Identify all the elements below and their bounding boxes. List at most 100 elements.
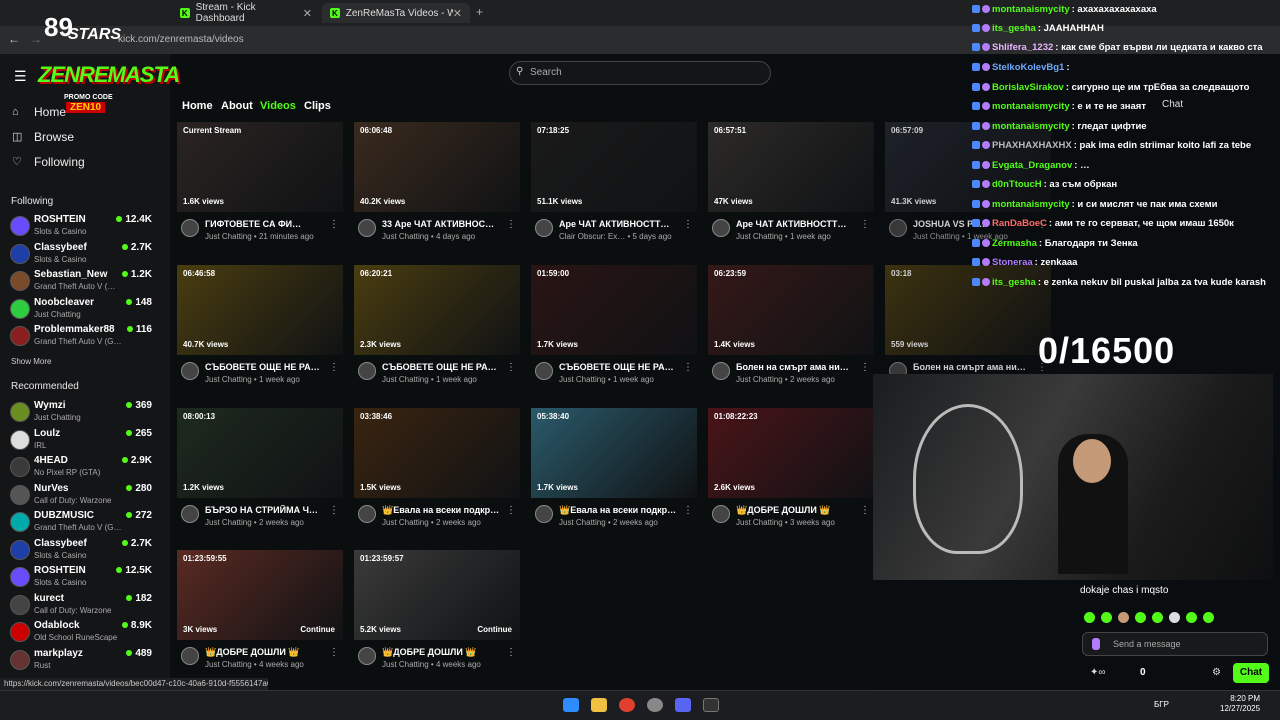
channel-avatar[interactable] <box>358 647 376 665</box>
sidebar-channel[interactable]: Odablock Old School RuneScape 8.9K <box>10 619 152 645</box>
more-options-icon[interactable]: ⋮ <box>329 219 339 230</box>
video-card[interactable]: 01:23:59:57 5.2K views Continue 👑ДОБРЕ ДОШЛ… <box>354 550 520 690</box>
video-thumbnail[interactable]: 03:38:46 1.5K views <box>354 408 520 498</box>
chat-username[interactable]: montanaismycity <box>992 121 1070 132</box>
video-title[interactable]: 👑Евала на всеки подкр… <box>382 505 502 516</box>
video-category[interactable]: Just Chatting <box>736 375 783 384</box>
sidebar-channel[interactable]: Sebastian_New Grand Theft Auto V (… 1.2K <box>10 268 152 294</box>
sidebar-channel[interactable]: Noobcleaver Just Chatting 148 <box>10 296 152 322</box>
channel-avatar[interactable] <box>358 362 376 380</box>
emote-icon[interactable] <box>1135 612 1146 623</box>
video-card[interactable]: 06:46:58 40.7K views СЪБОВЕТЕ ОЩЕ НЕ РА… Ju… <box>177 265 343 405</box>
chat-tab[interactable]: Chat <box>1162 99 1183 110</box>
video-thumbnail[interactable]: 01:23:59:55 3K views Continue <box>177 550 343 640</box>
channel-avatar[interactable] <box>181 505 199 523</box>
nav-following[interactable]: ♡ Following <box>12 155 85 169</box>
more-options-icon[interactable]: ⋮ <box>683 362 693 373</box>
video-thumbnail[interactable]: 05:38:40 1.7K views <box>531 408 697 498</box>
video-thumbnail[interactable]: 06:23:59 1.4K views <box>708 265 874 355</box>
sidebar-channel[interactable]: DUBZMUSIC Grand Theft Auto V (G… 272 <box>10 509 152 535</box>
channel-avatar[interactable] <box>181 362 199 380</box>
video-category[interactable]: Just Chatting <box>736 518 783 527</box>
video-title[interactable]: СЪБОВЕТЕ ОЩЕ НЕ РА… <box>382 362 502 372</box>
more-options-icon[interactable]: ⋮ <box>860 219 870 230</box>
video-title[interactable]: Аре ЧАТ АКТИВНОСТТ… <box>736 219 856 229</box>
chrome-icon[interactable] <box>619 698 635 712</box>
video-title[interactable]: СЪБОВЕТЕ ОЩЕ НЕ РА… <box>205 362 325 372</box>
windows-start-icon[interactable] <box>563 698 579 712</box>
video-card[interactable]: 08:00:13 1.2K views БЪРЗО НА СТРИЙМА Ч… Jus… <box>177 408 343 548</box>
emote-icon[interactable] <box>1186 612 1197 623</box>
video-thumbnail[interactable]: 07:18:25 51.1K views <box>531 122 697 212</box>
video-thumbnail[interactable]: 06:46:58 40.7K views <box>177 265 343 355</box>
file-explorer-icon[interactable] <box>591 698 607 712</box>
channel-avatar[interactable] <box>535 505 553 523</box>
video-card[interactable]: 06:06:48 40.2K views 33 Аре ЧАТ АКТИВНОС… J… <box>354 122 520 262</box>
chat-username[interactable]: StelkoKolevBg1 <box>992 62 1064 73</box>
channel-avatar[interactable] <box>712 505 730 523</box>
chat-username[interactable]: Stoneraa <box>992 257 1033 268</box>
sidebar-channel[interactable]: ROSHTEIN Slots & Casino 12.4K <box>10 213 152 239</box>
video-title[interactable]: 👑ДОБРЕ ДОШЛИ 👑 <box>736 505 856 516</box>
chat-username[interactable]: montanaismycity <box>992 101 1070 112</box>
sidebar-channel[interactable]: 4HEAD No Pixel RP (GTA) 2.9K <box>10 454 152 480</box>
video-thumbnail[interactable]: 08:00:13 1.2K views <box>177 408 343 498</box>
sidebar-channel[interactable]: markplayz Rust 489 <box>10 647 152 673</box>
obs-icon[interactable] <box>647 698 663 712</box>
video-card[interactable]: 03:38:46 1.5K views 👑Евала на всеки подкр…… <box>354 408 520 548</box>
more-options-icon[interactable]: ⋮ <box>683 505 693 516</box>
video-title[interactable]: ГИФТОВЕТЕ СА ФИ… <box>205 219 325 229</box>
system-clock[interactable]: 8:20 PM 12/27/2025 <box>1220 694 1260 714</box>
emote-icon[interactable] <box>1203 612 1214 623</box>
chat-username[interactable]: Shlifera_1232 <box>992 42 1053 53</box>
video-category[interactable]: Just Chatting <box>205 375 252 384</box>
tab-videos[interactable]: Videos <box>260 100 296 112</box>
more-options-icon[interactable]: ⋮ <box>329 362 339 373</box>
channel-avatar[interactable] <box>358 505 376 523</box>
video-category[interactable]: Just Chatting <box>205 518 252 527</box>
send-message-input[interactable]: Send a message <box>1082 632 1268 656</box>
video-category[interactable]: Just Chatting <box>382 232 429 241</box>
sidebar-channel[interactable]: ROSHTEIN Slots & Casino 12.5K <box>10 564 152 590</box>
tab-about[interactable]: About <box>221 100 253 112</box>
channel-avatar[interactable] <box>181 647 199 665</box>
chat-username[interactable]: Evgata_Draganov <box>992 160 1072 171</box>
video-title[interactable]: Болен на смърт ама ни… <box>736 362 856 372</box>
video-title[interactable]: 👑Евала на всеки подкр… <box>559 505 679 516</box>
show-more-link[interactable]: Show More <box>11 357 51 366</box>
video-category[interactable]: Just Chatting <box>382 660 429 669</box>
more-options-icon[interactable]: ⋮ <box>506 219 516 230</box>
chat-username[interactable]: Zermasha <box>992 238 1037 249</box>
tab-home[interactable]: Home <box>182 100 213 112</box>
more-options-icon[interactable]: ⋮ <box>860 362 870 373</box>
back-arrow-icon[interactable]: ← <box>8 32 20 46</box>
video-category[interactable]: Just Chatting <box>559 518 606 527</box>
chat-username[interactable]: РНАХНАХНАХНХ <box>992 140 1072 151</box>
video-card[interactable]: 07:18:25 51.1K views Аре ЧАТ АКТИВНОСТТ… Cl… <box>531 122 697 262</box>
video-category[interactable]: Just Chatting <box>736 232 783 241</box>
forward-arrow-icon[interactable]: → <box>30 32 42 46</box>
channel-avatar[interactable] <box>535 362 553 380</box>
chat-username[interactable]: BorislavSirakov <box>992 82 1064 93</box>
tab-stream-dashboard[interactable]: K Stream - Kick Dashboard ✕ <box>172 2 320 24</box>
sidebar-channel[interactable]: Classybeef Slots & Casino 2.7K <box>10 241 152 267</box>
video-title[interactable]: БЪРЗО НА СТРИЙМА Ч… <box>205 505 325 515</box>
video-category[interactable]: Clair Obscur: Ex… <box>559 232 625 241</box>
close-tab-icon[interactable]: ✕ <box>303 7 312 20</box>
terminal-icon[interactable] <box>703 698 719 712</box>
video-card[interactable]: Current Stream 1.6K views ГИФТОВЕТЕ СА ФИ…… <box>177 122 343 262</box>
video-thumbnail[interactable]: Current Stream 1.6K views <box>177 122 343 212</box>
video-category[interactable]: Just Chatting <box>205 232 252 241</box>
channel-avatar[interactable] <box>358 219 376 237</box>
chat-username[interactable]: RanDaBoeC <box>992 218 1047 229</box>
sidebar-channel[interactable]: Wymzi Just Chatting 369 <box>10 399 152 425</box>
chat-username[interactable]: d0nTtoucH <box>992 179 1042 190</box>
emote-icon[interactable] <box>1152 612 1163 623</box>
video-category[interactable]: Just Chatting <box>382 518 429 527</box>
emote-icon[interactable] <box>1101 612 1112 623</box>
chat-username[interactable]: its_gesha <box>992 23 1036 34</box>
video-title[interactable]: 👑ДОБРЕ ДОШЛИ 👑 <box>382 647 502 658</box>
video-thumbnail[interactable]: 06:06:48 40.2K views <box>354 122 520 212</box>
sidebar-channel[interactable]: Loulz IRL 265 <box>10 427 152 453</box>
emote-icon[interactable] <box>1118 612 1129 623</box>
